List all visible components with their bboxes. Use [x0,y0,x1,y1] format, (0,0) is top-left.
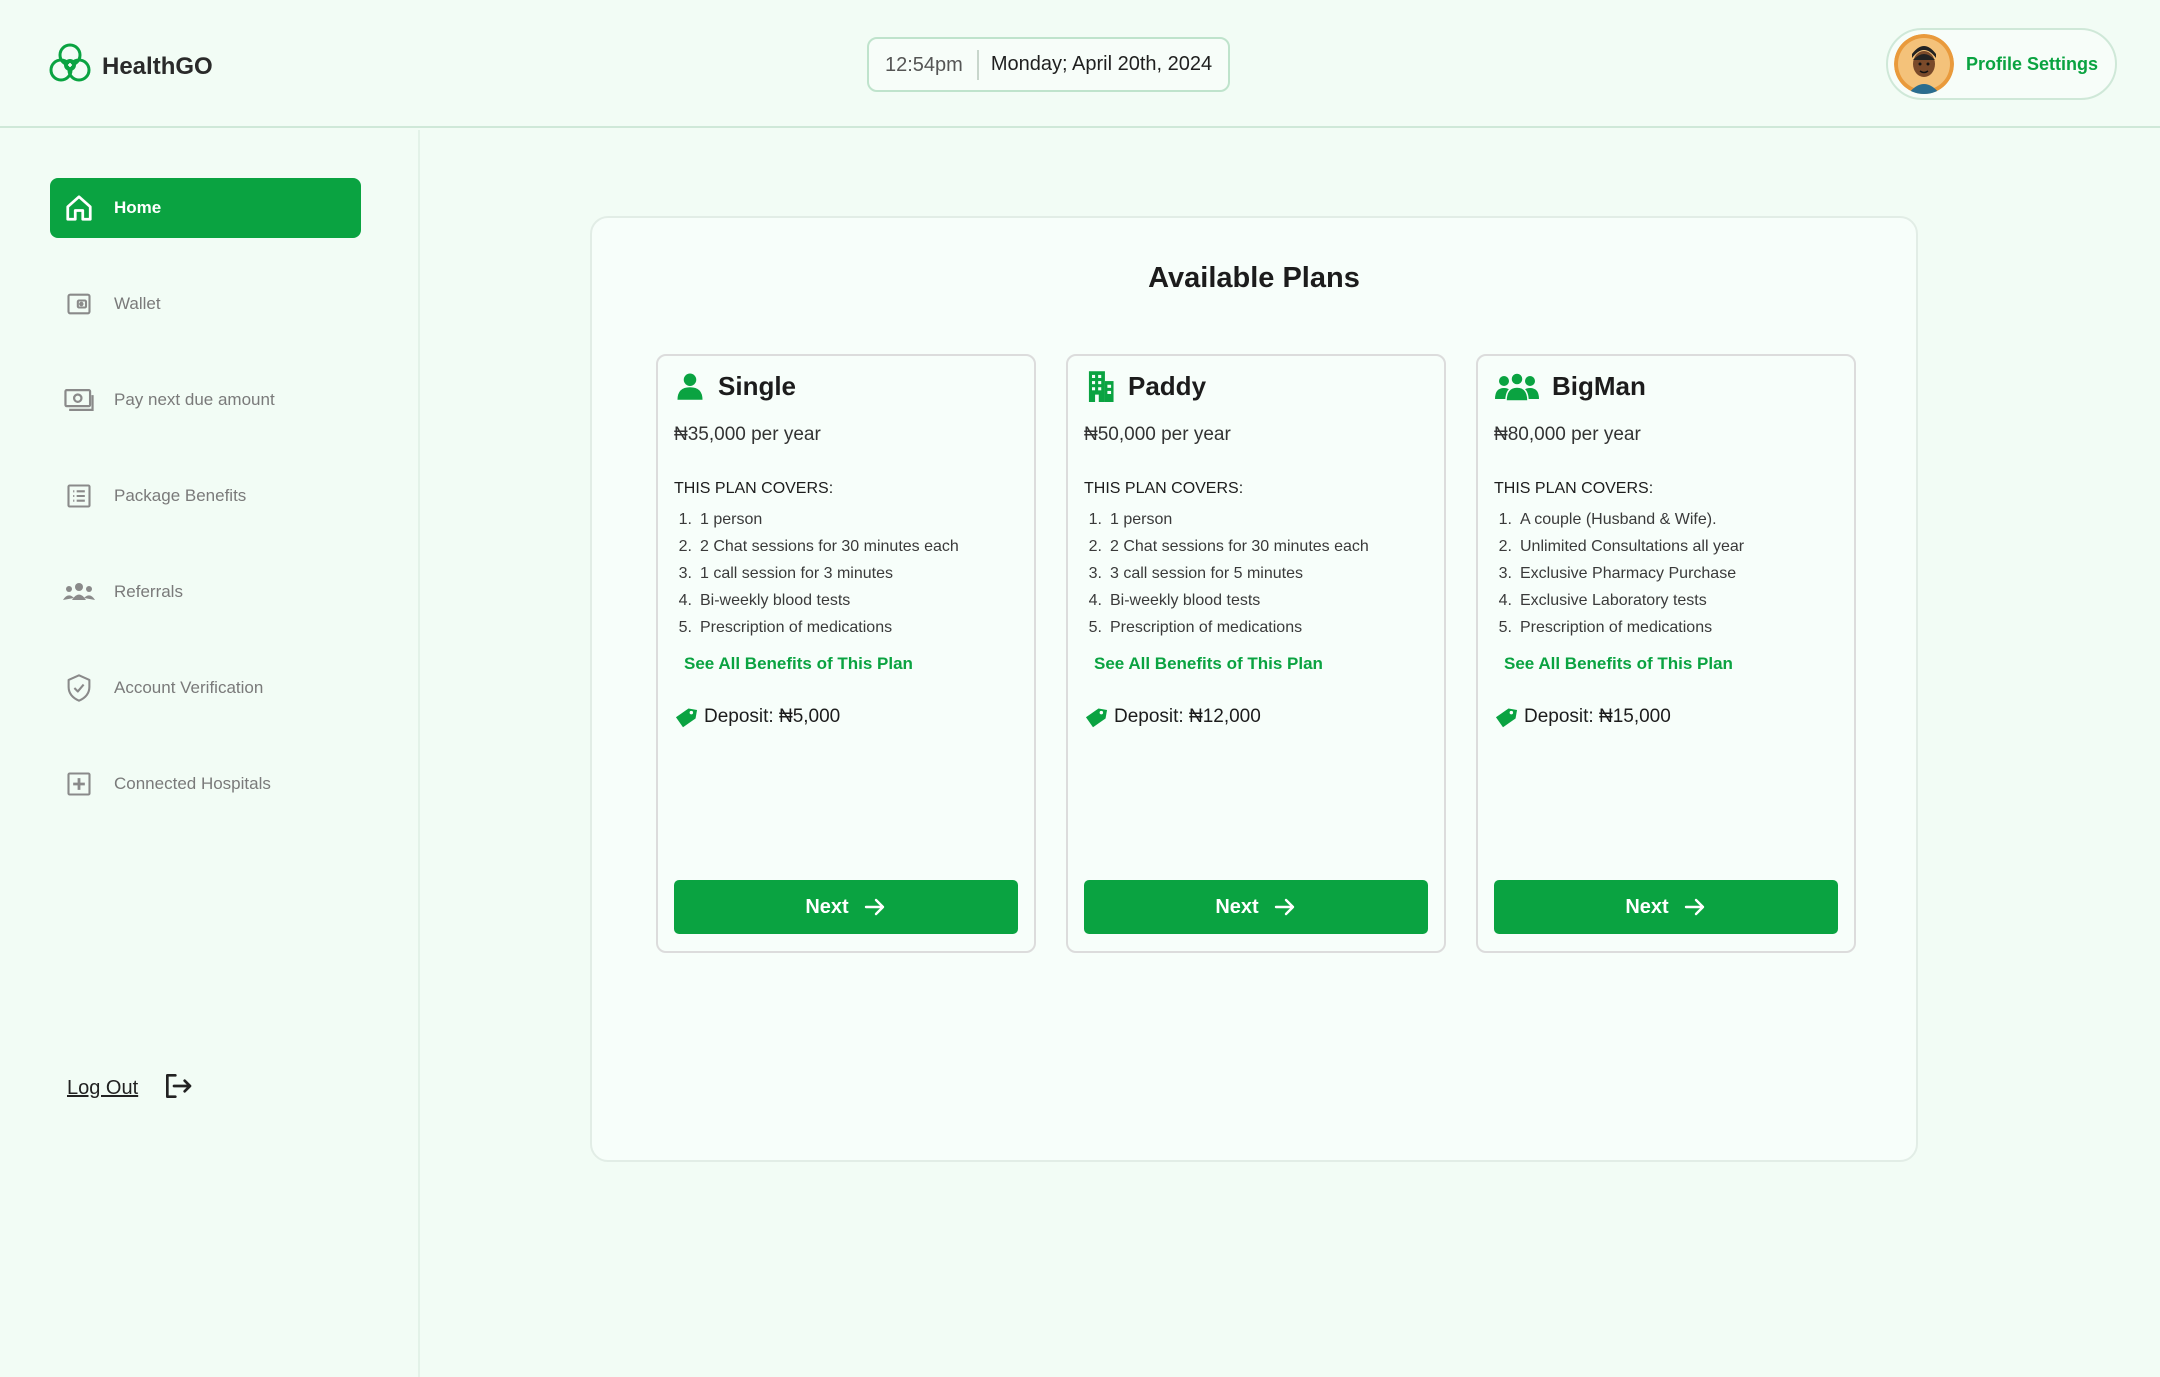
plan-header: BigMan [1494,370,1646,402]
plan-price: ₦35,000 per year [674,424,821,445]
shield-check-icon [62,671,96,705]
sidebar-item-label: Package Benefits [114,486,247,505]
arrow-right-icon [1274,898,1294,916]
plan-price: ₦50,000 per year [1084,424,1231,445]
list-item: 2. 2 Chat sessions for 30 minutes each [1088,538,1369,555]
plan-covers-label: THIS PLAN COVERS: [1084,480,1244,497]
building-icon [1084,370,1116,402]
list-item: 4. Exclusive Laboratory tests [1498,592,1707,609]
see-all-benefits-link[interactable]: See All Benefits of This Plan [684,654,913,674]
list-item: 1. 1 person [678,511,763,528]
price-tag-icon [1084,704,1110,730]
plan-price: ₦80,000 per year [1494,424,1641,445]
list-item: 5. Prescription of medications [1498,619,1713,636]
sidebar-item-home[interactable]: Home [50,178,361,238]
avatar [1894,34,1954,94]
plan-card-single: Single ₦35,000 per year THIS PLAN COVERS… [656,354,1036,953]
available-plans-panel: Available Plans Single ₦35,000 per year … [590,216,1918,1162]
list-item: 3. 3 call session for 5 minutes [1088,565,1303,582]
sidebar-item-label: Connected Hospitals [114,774,271,793]
current-date: Monday; April 20th, 2024 [990,53,1213,75]
app-name: HealthGO [102,52,213,80]
plan-name: Paddy [1128,370,1207,401]
deposit-amount: Deposit: ₦15,000 [1524,706,1671,727]
home-icon [62,191,96,225]
plan-benefits-list: 1. 1 person 2. 2 Chat sessions for 30 minu… [1084,506,1369,641]
sidebar-item-referrals[interactable]: Referrals [50,562,361,622]
sidebar: Home Wallet Pay next due amount Package … [0,130,420,1377]
see-all-benefits-link[interactable]: See All Benefits of This Plan [1504,654,1733,674]
plan-name: BigMan [1552,370,1646,401]
plan-deposit: Deposit: ₦5,000 [674,704,840,730]
plan-name: Single [718,370,797,401]
user-icon [674,370,706,402]
list-item: 2. Unlimited Consultations all year [1498,538,1745,555]
hospital-plus-icon [62,767,96,801]
list-icon [62,479,96,513]
price-tag-icon [674,704,700,730]
plan-card-paddy: Paddy ₦50,000 per year THIS PLAN COVERS:… [1066,354,1446,953]
profile-settings-label: Profile Settings [1966,53,2099,74]
healthgo-logo-icon [48,42,92,91]
plan-deposit: Deposit: ₦15,000 [1494,704,1671,730]
plan-deposit: Deposit: ₦12,000 [1084,704,1261,730]
list-item: 3. 1 call session for 3 minutes [678,565,893,582]
wallet-icon [62,287,96,321]
cash-icon [62,383,96,417]
plan-card-bigman: BigMan ₦80,000 per year THIS PLAN COVERS… [1476,354,1856,953]
page-title: Available Plans [1148,262,1360,294]
group-icon [1494,370,1540,402]
profile-settings-button[interactable]: Profile Settings [1886,28,2117,100]
plan-covers-label: THIS PLAN COVERS: [1494,480,1654,497]
next-button[interactable]: Next [1084,880,1428,934]
list-item: 3. Exclusive Pharmacy Purchase [1498,565,1737,582]
price-tag-icon [1494,704,1520,730]
arrow-right-icon [864,898,884,916]
see-all-benefits-link[interactable]: See All Benefits of This Plan [1094,654,1323,674]
sidebar-item-pay-next-due[interactable]: Pay next due amount [50,370,361,430]
list-item: 5. Prescription of medications [678,619,893,636]
list-item: 4. Bi-weekly blood tests [1088,592,1261,609]
users-icon [62,575,96,609]
arrow-right-icon [1684,898,1704,916]
sidebar-item-label: Pay next due amount [114,390,275,409]
list-item: 5. Prescription of medications [1088,619,1303,636]
next-button-label: Next [805,895,849,918]
sidebar-item-connected-hospitals[interactable]: Connected Hospitals [50,754,361,814]
brand[interactable]: HealthGO [48,42,213,91]
plan-header: Single [674,370,796,402]
sidebar-item-label: Account Verification [114,678,264,697]
list-item: 4. Bi-weekly blood tests [678,592,851,609]
sidebar-item-label: Wallet [114,294,161,313]
logout-icon [138,1070,194,1107]
sidebar-item-wallet[interactable]: Wallet [50,274,361,334]
sidebar-item-label: Referrals [114,582,183,601]
plan-header: Paddy [1084,370,1206,402]
plan-benefits-list: 1. A couple (Husband & Wife). 2. Unlimited… [1494,506,1744,641]
list-item: 1. A couple (Husband & Wife). [1498,511,1717,528]
list-item: 1. 1 person [1088,511,1173,528]
next-button[interactable]: Next [1494,880,1838,934]
deposit-amount: Deposit: ₦5,000 [704,706,841,727]
plan-covers-label: THIS PLAN COVERS: [674,480,834,497]
current-time: 12:54pm [869,49,979,80]
next-button-label: Next [1215,895,1259,918]
logout-button[interactable]: Log Out [67,1070,194,1107]
list-item: 2. 2 Chat sessions for 30 minutes each [678,538,959,555]
plan-benefits-list: 1. 1 person 2. 2 Chat sessions for 30 minu… [674,506,959,641]
next-button-label: Next [1625,895,1669,918]
sidebar-item-package-benefits[interactable]: Package Benefits [50,466,361,526]
sidebar-item-account-verification[interactable]: Account Verification [50,658,361,718]
next-button[interactable]: Next [674,880,1018,934]
top-header: HealthGO 12:54pm Monday; April 20th, 202… [0,0,2160,128]
datetime-display: 12:54pm Monday; April 20th, 2024 [867,37,1230,92]
logout-label: Log Out [67,1077,139,1099]
deposit-amount: Deposit: ₦12,000 [1114,706,1261,727]
sidebar-item-label: Home [114,198,162,217]
